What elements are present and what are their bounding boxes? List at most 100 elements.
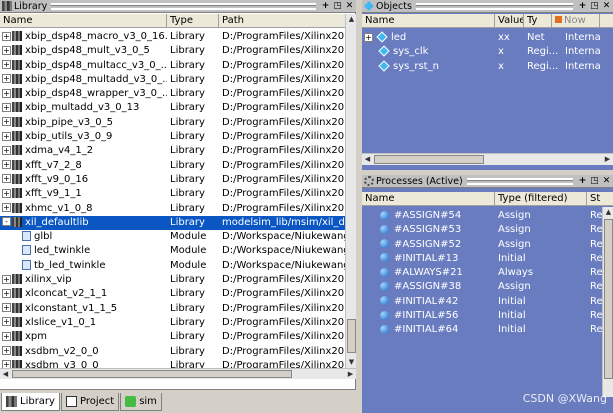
expand-icon[interactable]: + bbox=[2, 102, 11, 112]
obj-col-type[interactable]: Ty bbox=[524, 14, 552, 27]
expand-icon[interactable]: + bbox=[2, 45, 11, 55]
library-titlebar[interactable]: Library + ◳ ✕ bbox=[0, 0, 356, 13]
expand-icon[interactable]: + bbox=[2, 303, 11, 313]
object-row[interactable]: + led xx Net Interna bbox=[362, 31, 613, 45]
objects-close-icon[interactable]: ✕ bbox=[601, 1, 612, 12]
library-row[interactable]: + xpm Library D:/ProgramFiles/Xilinx2018/ bbox=[0, 330, 345, 344]
proc-col-type[interactable]: Type (filtered) bbox=[495, 192, 587, 205]
scroll-left-icon[interactable]: ◀ bbox=[0, 369, 11, 380]
objects-scroll-right-icon[interactable]: ▶ bbox=[602, 154, 613, 165]
library-hscroll-thumb[interactable] bbox=[12, 370, 292, 378]
proc-col-state[interactable]: St bbox=[587, 192, 613, 205]
process-row[interactable]: #ASSIGN#38 Assign Re bbox=[362, 280, 602, 294]
proc-vscroll-thumb[interactable] bbox=[604, 219, 613, 379]
tab-sim[interactable]: sim bbox=[120, 392, 162, 411]
expand-icon[interactable]: + bbox=[2, 31, 11, 41]
object-row[interactable]: sys_clk x Regi... Interna bbox=[362, 45, 613, 59]
processes-close-icon[interactable]: ✕ bbox=[601, 176, 612, 187]
library-row[interactable]: tb_led_twinkle Module D:/Workspace/Niukewa… bbox=[0, 259, 345, 273]
library-vscroll[interactable]: ▲ ▼ bbox=[345, 14, 356, 368]
process-row[interactable]: #ASSIGN#53 Assign Re bbox=[362, 223, 602, 237]
col-name[interactable]: Name bbox=[0, 14, 167, 27]
tab-project[interactable]: Project bbox=[60, 392, 120, 411]
library-row[interactable]: + xfft_v9_0_16 Library D:/ProgramFiles/Xili… bbox=[0, 173, 345, 187]
expand-icon[interactable]: + bbox=[2, 174, 11, 184]
undock-icon[interactable]: ◳ bbox=[332, 1, 343, 12]
close-icon[interactable]: ✕ bbox=[344, 1, 355, 12]
expand-icon[interactable]: + bbox=[2, 274, 11, 284]
process-row[interactable]: #ASSIGN#52 Assign Re bbox=[362, 238, 602, 252]
col-type[interactable]: Type bbox=[167, 14, 219, 27]
object-row[interactable]: sys_rst_n x Regi... Interna bbox=[362, 59, 613, 74]
library-row[interactable]: + xhmc_v1_0_8 Library D:/ProgramFiles/Xilin… bbox=[0, 202, 345, 216]
library-row[interactable]: + xbip_multadd_v3_0_13 Library D:/ProgramFi… bbox=[0, 101, 345, 115]
process-row[interactable]: #INITIAL#13 Initial Re bbox=[362, 252, 602, 266]
library-row[interactable]: + xsdbm_v3_0_0 Library D:/ProgramFiles/Xili… bbox=[0, 359, 345, 368]
obj-col-name[interactable]: Name bbox=[362, 14, 495, 27]
obj-col-value[interactable]: Value bbox=[495, 14, 524, 27]
process-row[interactable]: #INITIAL#56 Initial Re bbox=[362, 309, 602, 323]
proc-scroll-up-icon[interactable]: ▲ bbox=[603, 207, 613, 218]
row-name: xbip_dsp48_multacc_v3_0_... bbox=[25, 59, 167, 71]
library-vscroll-thumb[interactable] bbox=[347, 319, 356, 353]
library-row[interactable]: + xbip_dsp48_multacc_v3_0_... Library D:/Pr… bbox=[0, 59, 345, 73]
expand-icon[interactable]: + bbox=[2, 117, 11, 127]
processes-titlebar[interactable]: Processes (Active) + ◳ ✕ bbox=[362, 175, 613, 188]
processes-undock-icon[interactable]: ◳ bbox=[589, 176, 600, 187]
library-row[interactable]: + xbip_utils_v3_0_9 Library D:/ProgramFiles… bbox=[0, 130, 345, 144]
obj-col-now[interactable]: Now bbox=[552, 14, 600, 27]
library-row[interactable]: + xlconstant_v1_1_5 Library D:/ProgramFiles… bbox=[0, 302, 345, 316]
processes-dock-icon[interactable]: + bbox=[577, 176, 588, 187]
scroll-right-icon[interactable]: ▶ bbox=[345, 369, 356, 380]
expand-icon[interactable]: + bbox=[364, 32, 373, 42]
dock-icon[interactable]: + bbox=[320, 1, 331, 12]
objects-undock-icon[interactable]: ◳ bbox=[589, 1, 600, 12]
library-row[interactable]: + xbip_dsp48_multadd_v3_0_... Library D:/Pr… bbox=[0, 73, 345, 87]
expand-icon[interactable]: + bbox=[2, 188, 11, 198]
expand-icon[interactable]: + bbox=[2, 346, 11, 356]
process-row[interactable]: #ASSIGN#54 Assign Re bbox=[362, 209, 602, 223]
library-row[interactable]: + xfft_v7_2_8 Library D:/ProgramFiles/Xilin… bbox=[0, 159, 345, 173]
collapse-icon[interactable]: - bbox=[2, 217, 11, 227]
expand-icon[interactable]: + bbox=[2, 331, 11, 341]
expand-icon[interactable]: + bbox=[2, 203, 11, 213]
objects-scroll-left-icon[interactable]: ◀ bbox=[362, 154, 373, 165]
expand-icon[interactable]: + bbox=[2, 88, 11, 98]
process-row[interactable]: #INITIAL#42 Initial Re bbox=[362, 295, 602, 309]
expand-icon[interactable]: + bbox=[2, 74, 11, 84]
objects-dock-icon[interactable]: + bbox=[577, 1, 588, 12]
library-row[interactable]: + xfft_v9_1_1 Library D:/ProgramFiles/Xilin… bbox=[0, 187, 345, 201]
expand-icon[interactable]: + bbox=[2, 317, 11, 327]
library-row[interactable]: + xdma_v4_1_2 Library D:/ProgramFiles/Xilin… bbox=[0, 144, 345, 158]
library-row[interactable]: + xbip_dsp48_wrapper_v3_0_... Library D:/Pr… bbox=[0, 87, 345, 101]
objects-hscroll[interactable]: ◀ ▶ bbox=[362, 153, 613, 165]
library-row[interactable]: + xlslice_v1_0_1 Library D:/ProgramFiles/Xi… bbox=[0, 316, 345, 330]
library-row[interactable]: glbl Module D:/Workspace/Niukewang/V bbox=[0, 230, 345, 244]
library-row[interactable]: + xbip_pipe_v3_0_5 Library D:/ProgramFiles/… bbox=[0, 116, 345, 130]
tab-library[interactable]: Library bbox=[1, 392, 60, 411]
module-icon bbox=[22, 245, 31, 256]
objects-hscroll-thumb[interactable] bbox=[374, 155, 484, 164]
library-hscroll[interactable]: ◀ ▶ bbox=[0, 368, 356, 379]
col-path[interactable]: Path bbox=[219, 14, 345, 27]
expand-icon[interactable]: + bbox=[2, 360, 11, 368]
process-type: Always bbox=[498, 267, 534, 279]
expand-icon[interactable]: + bbox=[2, 160, 11, 170]
row-type: Library bbox=[170, 59, 205, 71]
library-row[interactable]: + xilinx_vip Library D:/ProgramFiles/Xilinx… bbox=[0, 273, 345, 287]
library-row[interactable]: + xbip_dsp48_mult_v3_0_5 Library D:/Program… bbox=[0, 44, 345, 58]
expand-icon[interactable]: + bbox=[2, 288, 11, 298]
expand-icon[interactable]: + bbox=[2, 145, 11, 155]
library-row[interactable]: + xlconcat_v2_1_1 Library D:/ProgramFiles/X… bbox=[0, 287, 345, 301]
expand-icon[interactable]: + bbox=[2, 131, 11, 141]
process-row[interactable]: #INITIAL#64 Initial Re bbox=[362, 323, 602, 337]
library-row[interactable]: + xbip_dsp48_macro_v3_0_16... Library D:/Pr… bbox=[0, 30, 345, 44]
objects-titlebar[interactable]: Objects + ◳ ✕ bbox=[362, 0, 613, 13]
expand-icon[interactable]: + bbox=[2, 60, 11, 70]
process-row[interactable]: #ALWAYS#21 Always Re bbox=[362, 266, 602, 280]
processes-vscroll[interactable]: ▲ bbox=[602, 207, 613, 397]
library-row[interactable]: + xsdbm_v2_0_0 Library D:/ProgramFiles/Xili… bbox=[0, 345, 345, 359]
proc-col-name[interactable]: Name bbox=[362, 192, 495, 205]
library-row[interactable]: - xil_defaultlib Library modelsim_lib/msim/… bbox=[0, 215, 345, 231]
library-row[interactable]: led_twinkle Module D:/Workspace/Niukewang/… bbox=[0, 244, 345, 258]
